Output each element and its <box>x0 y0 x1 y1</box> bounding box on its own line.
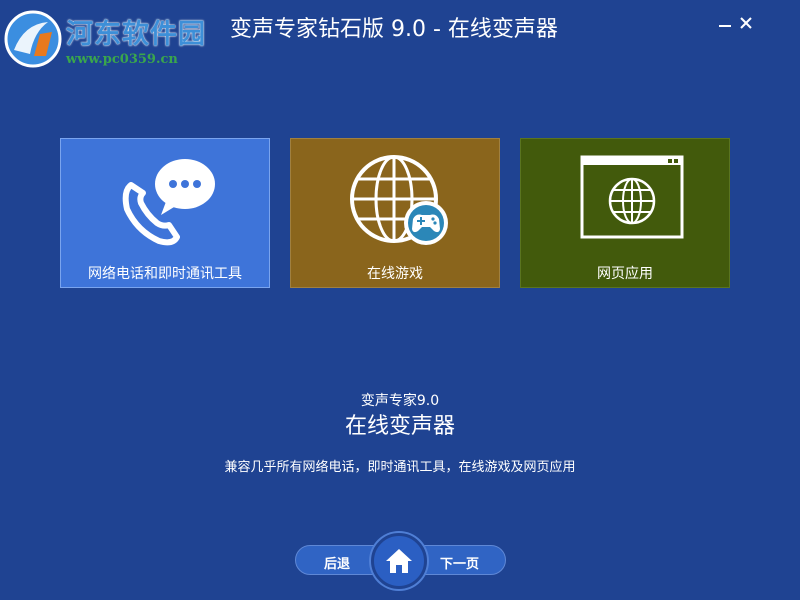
product-subtitle: 变声专家9.0 <box>360 393 440 409</box>
mode-tiles: 网络电话和即时通讯工具 在线游戏 网页应用 <box>60 138 740 288</box>
mode-description: 兼容几乎所有网络电话，即时通讯工具，在线游戏及网页应用 <box>224 460 576 475</box>
phone-chat-icon <box>122 159 215 246</box>
globe-gamepad-icon <box>350 155 448 245</box>
watermark-badge-icon <box>4 10 62 68</box>
watermark-logo: 河东软件园 www.pc0359.cn <box>4 8 234 70</box>
minimize-button[interactable] <box>716 14 734 32</box>
app-window: 河东软件园 www.pc0359.cn 变声专家钻石版 9.0 - 在线变声器 … <box>0 0 800 600</box>
window-title: 变声专家钻石版 9.0 - 在线变声器 <box>230 17 558 42</box>
home-button[interactable] <box>371 533 427 589</box>
tile-web-app[interactable]: 网页应用 <box>520 138 730 288</box>
watermark-site-name: 河东软件园 <box>66 19 206 50</box>
bottom-navigation: 后退 下一页 <box>295 531 507 591</box>
tile-online-game[interactable]: 在线游戏 <box>290 138 500 288</box>
browser-globe-icon <box>580 155 684 239</box>
tile-game-label: 在线游戏 <box>367 266 423 282</box>
mode-title: 在线变声器 <box>344 414 455 439</box>
home-icon <box>386 549 412 573</box>
tile-voip-label: 网络电话和即时通讯工具 <box>88 266 242 282</box>
tile-web-label: 网页应用 <box>597 266 653 282</box>
tile-voip-im[interactable]: 网络电话和即时通讯工具 <box>60 138 270 288</box>
close-button[interactable] <box>737 14 755 32</box>
watermark-site-url: www.pc0359.cn <box>66 52 178 67</box>
back-button-label: 后退 <box>324 557 351 572</box>
next-page-button-label: 下一页 <box>440 557 480 572</box>
